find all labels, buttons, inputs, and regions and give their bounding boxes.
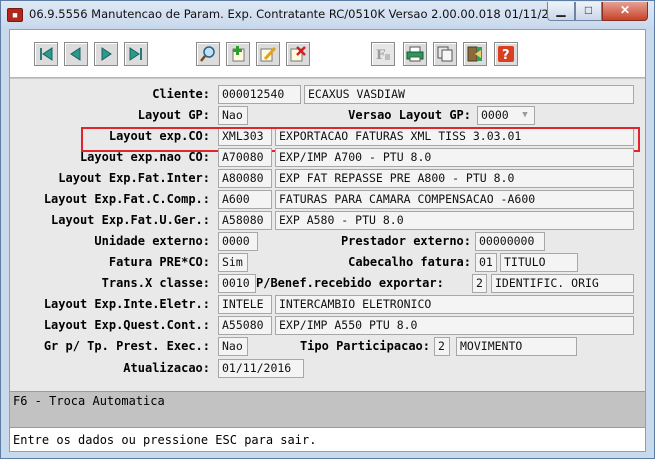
edit-icon [260,46,277,62]
title-bar[interactable]: ■ 06.9.5556 Manutencao de Param. Exp. Co… [1,1,654,29]
chevron-down-icon[interactable]: ▼ [518,108,532,123]
prestador-externo-field[interactable]: 00000000 [475,232,545,251]
edit-button[interactable] [256,42,280,66]
gr-tp-prest-exec-label: Gr p/ Tp. Prest. Exec.: [43,339,210,353]
unidade-externo-field[interactable]: 0000 [218,232,258,251]
app-icon: ■ [7,8,23,22]
layout-exp-inte-eletr-label: Layout Exp.Inte.Eletr.: [43,297,210,311]
maximize-button[interactable]: □ [575,2,602,21]
minimize-button[interactable]: ▁ [547,2,575,21]
p-benef-recebido-desc-field[interactable]: IDENTIFIC. ORIG [491,274,634,293]
cliente-name-field[interactable]: ECAXUS VASDIAW [304,85,634,104]
versao-layout-gp-label: Versao Layout GP: [348,108,471,122]
content-frame: F ? Cliente: 000012540 ECAXUS VASDIAW La… [9,29,646,452]
parameters-form: Cliente: 000012540 ECAXUS VASDIAW Layout… [10,78,645,391]
prestador-externo-label: Prestador externo: [340,234,471,248]
cliente-code-field[interactable]: 000012540 [218,85,301,104]
layout-gp-field[interactable]: Nao [218,106,248,125]
close-icon: ✕ [619,3,631,17]
fatura-pre-co-field[interactable]: Sim [218,253,248,272]
svg-text:?: ? [502,48,510,63]
search-button[interactable] [196,42,220,66]
layout-exp-quest-cont-label: Layout Exp.Quest.Cont.: [43,318,210,332]
cabecalho-fatura-label: Cabecalho fatura: [348,255,471,269]
format-button[interactable]: F [371,42,395,66]
close-button[interactable]: ✕ [602,2,648,21]
help-icon: ? [498,46,514,63]
layout-exp-fat-u-ger-desc-field[interactable]: EXP A580 - PTU 8.0 [275,211,634,230]
first-record-button[interactable] [34,42,58,66]
layout-exp-fat-u-ger-code-field[interactable]: A58080 [218,211,272,230]
function-key-hint: F6 - Troca Automatica [13,394,165,408]
message-bar: Entre os dados ou pressione ESC para sai… [10,427,645,451]
next-icon [101,47,112,61]
fatura-pre-co-label: Fatura PRE*CO: [108,255,210,269]
layout-exp-fat-inter-desc-field[interactable]: EXP FAT REPASSE PRE A800 - PTU 8.0 [275,169,634,188]
copy-button[interactable] [433,42,457,66]
first-icon [40,47,53,61]
atualizacao-field[interactable]: 01/11/2016 [218,359,304,378]
p-benef-recebido-code-field[interactable]: 2 [472,274,487,293]
last-record-button[interactable] [124,42,148,66]
exit-icon [467,46,482,62]
gr-tp-prest-exec-field[interactable]: Nao [218,337,248,356]
toolbar: F ? [10,30,645,78]
next-record-button[interactable] [94,42,118,66]
previous-record-button[interactable] [64,42,88,66]
atualizacao-label: Atualizacao: [123,361,210,375]
layout-exp-fat-u-ger-label: Layout Exp.Fat.U.Ger.: [51,213,210,227]
previous-icon [70,47,81,61]
tipo-participacao-desc-field[interactable]: MOVIMENTO [456,337,577,356]
layout-exp-fat-c-comp-code-field[interactable]: A600 [218,190,272,209]
unidade-externo-label: Unidade externo: [94,234,210,248]
versao-layout-gp-select[interactable]: 0000 ▼ [477,106,535,125]
help-button[interactable]: ? [494,42,518,66]
svg-text:F: F [376,48,386,63]
delete-button[interactable] [286,42,310,66]
exit-button[interactable] [463,42,487,66]
layout-exp-fat-c-comp-label: Layout Exp.Fat.C.Comp.: [43,192,210,206]
copy-icon [437,46,453,62]
layout-exp-fat-c-comp-desc-field[interactable]: FATURAS PARA CAMARA COMPENSACAO -A600 [275,190,634,209]
layout-gp-label: Layout GP: [137,108,210,122]
tipo-participacao-code-field[interactable]: 2 [434,337,450,356]
trans-x-classe-label: Trans.X classe: [101,276,210,290]
layout-exp-fat-inter-label: Layout Exp.Fat.Inter: [58,171,210,185]
layout-exp-quest-cont-code-field[interactable]: A55080 [218,316,272,335]
magnifier-icon [200,46,215,62]
last-icon [129,47,142,61]
maximize-icon: □ [584,3,593,17]
layout-exp-nao-co-code-field[interactable]: A70080 [218,148,272,167]
delete-icon [290,46,306,62]
p-benef-recebido-label: P/Benef.recebido exportar: [256,276,444,290]
window-title: 06.9.5556 Manutencao de Param. Exp. Cont… [29,7,629,21]
application-window: ■ 06.9.5556 Manutencao de Param. Exp. Co… [0,0,655,459]
tipo-participacao-label: Tipo Participacao: [299,339,430,353]
cliente-label: Cliente: [152,87,210,101]
layout-exp-inte-eletr-code-field[interactable]: INTELE [218,295,272,314]
layout-exp-nao-co-desc-field[interactable]: EXP/IMP A700 - PTU 8.0 [275,148,634,167]
trans-x-classe-field[interactable]: 0010 [218,274,256,293]
format-icon: F [376,48,390,63]
cabecalho-fatura-desc-field[interactable]: TITULO [500,253,578,272]
print-button[interactable] [403,42,427,66]
layout-exp-nao-co-label: Layout exp.nao CO: [79,150,210,164]
add-button[interactable] [226,42,250,66]
layout-exp-inte-eletr-desc-field[interactable]: INTERCAMBIO ELETRONICO [275,295,634,314]
status-message: Entre os dados ou pressione ESC para sai… [13,433,317,447]
function-key-bar: F6 - Troca Automatica [10,391,645,427]
add-icon [232,46,245,62]
layout-exp-quest-cont-desc-field[interactable]: EXP/IMP A550 PTU 8.0 [275,316,634,335]
cabecalho-fatura-code-field[interactable]: 01 [475,253,497,272]
versao-layout-gp-value: 0000 [481,108,509,122]
layout-exp-fat-inter-code-field[interactable]: A80080 [218,169,272,188]
printer-icon [406,46,424,62]
minimize-icon: ▁ [556,3,566,17]
